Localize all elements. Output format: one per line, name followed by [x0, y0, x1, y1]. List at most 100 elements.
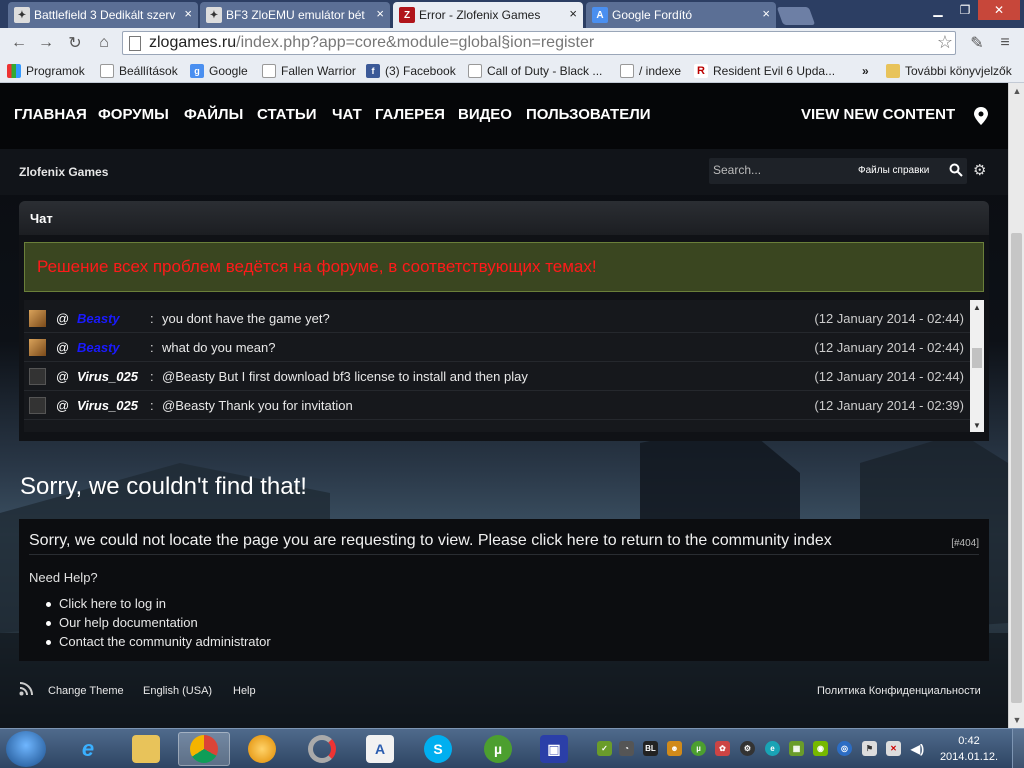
extension-icon[interactable]: ✎	[966, 32, 988, 54]
scroll-up-icon[interactable]: ▲	[1009, 83, 1024, 99]
tray-bl-icon[interactable]: BL	[643, 741, 658, 756]
taskbar-save-app[interactable]: ▣	[528, 732, 580, 766]
chat-username[interactable]: Beasty	[77, 311, 120, 326]
tray-icon[interactable]: ◎	[837, 741, 852, 756]
bookmark-fallen-warrior[interactable]: Fallen Warrior	[262, 62, 356, 80]
mention-button[interactable]: @	[56, 369, 69, 384]
avatar[interactable]	[29, 310, 46, 327]
avatar[interactable]	[29, 368, 46, 385]
taskbar-skype[interactable]: S	[412, 732, 464, 766]
page-scrollbar[interactable]: ▲ ▼	[1008, 83, 1024, 728]
tab-error-zlofenix[interactable]: Z Error - Zlofenix Games ×	[393, 2, 583, 28]
bookmark-resident-evil[interactable]: R Resident Evil 6 Upda...	[694, 62, 835, 80]
back-icon[interactable]: ←	[8, 32, 30, 54]
address-bar[interactable]: zlogames.ru/index.php?app=core&module=gl…	[122, 31, 956, 55]
tray-nvidia-icon[interactable]: ◉	[813, 741, 828, 756]
home-icon[interactable]: ⌂	[93, 32, 115, 54]
close-icon[interactable]: ×	[762, 6, 770, 21]
tray-icon[interactable]: e	[765, 741, 780, 756]
gear-icon[interactable]: ⚙	[973, 161, 989, 179]
search-scope[interactable]: Файлы справки	[858, 165, 929, 176]
tray-icon[interactable]: ◔	[619, 741, 634, 756]
nav-users[interactable]: ПОЛЬЗОВАТЕЛИ	[526, 106, 651, 123]
bookmark-other[interactable]: További könyvjelzők	[886, 62, 1012, 80]
scroll-up-icon[interactable]: ▲	[970, 300, 984, 314]
volume-icon[interactable]: ◀)	[910, 741, 925, 756]
scroll-down-icon[interactable]: ▼	[1009, 712, 1024, 728]
chat-username[interactable]: Virus_025	[77, 398, 138, 413]
view-new-content-link[interactable]: VIEW NEW CONTENT	[801, 106, 955, 123]
bookmark-call-of-duty[interactable]: Call of Duty - Black ...	[468, 62, 602, 80]
close-icon[interactable]: ×	[184, 6, 192, 21]
tray-icon[interactable]: ⚑	[862, 741, 877, 756]
bookmark-star-icon[interactable]: ☆	[937, 32, 953, 53]
search-icon[interactable]	[949, 163, 963, 177]
nav-home[interactable]: ГЛАВНАЯ	[14, 106, 87, 123]
start-button[interactable]	[6, 731, 46, 767]
new-tab-button[interactable]	[776, 7, 816, 25]
show-desktop-button[interactable]	[1012, 729, 1024, 768]
contact-admin-link[interactable]: Contact the community administrator	[46, 634, 271, 649]
taskbar-app-ring[interactable]	[296, 732, 348, 766]
taskbar-chrome[interactable]	[178, 732, 230, 766]
bookmark-programok[interactable]: Programok	[7, 62, 85, 80]
taskbar-wordpad[interactable]: A	[354, 732, 406, 766]
tab-google-translate[interactable]: A Google Fordító ×	[586, 2, 776, 28]
mention-button[interactable]: @	[56, 311, 69, 326]
login-link[interactable]: Click here to log in	[46, 596, 166, 611]
rss-icon[interactable]	[19, 682, 33, 696]
help-docs-link[interactable]: Our help documentation	[46, 615, 198, 630]
site-brand[interactable]: Zlofenix Games	[19, 165, 108, 179]
chat-scrollbar[interactable]: ▲ ▼	[970, 300, 984, 432]
tray-icon[interactable]: ▦	[789, 741, 804, 756]
nav-gallery[interactable]: ГАЛЕРЕЯ	[375, 106, 445, 123]
tab-battlefield3[interactable]: ✦ Battlefield 3 Dedikált szerv ×	[8, 2, 198, 28]
forward-icon[interactable]: →	[35, 32, 57, 54]
bookmarks-overflow-button[interactable]: »	[862, 62, 869, 80]
bookmark-facebook[interactable]: f (3) Facebook	[366, 62, 456, 80]
tray-icon[interactable]: ☻	[667, 741, 682, 756]
bookmark-beallitasok[interactable]: Beállítások	[100, 62, 178, 80]
taskbar-utorrent[interactable]: µ	[472, 732, 524, 766]
search-box[interactable]: Search... Файлы справки	[709, 158, 967, 184]
language-link[interactable]: English (USA)	[143, 685, 212, 697]
nav-files[interactable]: ФАЙЛЫ	[184, 106, 243, 123]
tab-bf3-zloemu[interactable]: ✦ BF3 ZloEMU emulátor bét ×	[200, 2, 390, 28]
scroll-down-icon[interactable]: ▼	[970, 418, 984, 432]
tray-icon[interactable]: ✿	[715, 741, 730, 756]
search-input[interactable]: Search...	[713, 163, 761, 177]
bookmark-google[interactable]: g Google	[190, 62, 248, 80]
avatar[interactable]	[29, 339, 46, 356]
system-clock[interactable]: 0:42 2014.01.12.	[936, 733, 1002, 765]
mention-button[interactable]: @	[56, 398, 69, 413]
chat-username[interactable]: Virus_025	[77, 369, 138, 384]
chat-username[interactable]: Beasty	[77, 340, 120, 355]
network-icon[interactable]: ✕	[886, 741, 901, 756]
maximize-icon[interactable]: ❐	[952, 0, 978, 20]
error-message-link[interactable]: Sorry, we could not locate the page you …	[29, 532, 832, 550]
taskbar-internet-explorer[interactable]: e	[62, 732, 114, 766]
tray-icon[interactable]: ✓	[597, 741, 612, 756]
mention-button[interactable]: @	[56, 340, 69, 355]
close-window-icon[interactable]: ✕	[978, 0, 1020, 20]
reload-icon[interactable]: ↻	[64, 32, 86, 54]
scroll-thumb[interactable]	[972, 348, 982, 368]
privacy-policy-link[interactable]: Политика Конфиденциальности	[817, 685, 981, 697]
scroll-thumb[interactable]	[1011, 233, 1022, 703]
avatar[interactable]	[29, 397, 46, 414]
tray-utorrent-icon[interactable]: µ	[691, 741, 706, 756]
nav-video[interactable]: ВИДЕО	[458, 106, 512, 123]
change-theme-link[interactable]: Change Theme	[48, 685, 124, 697]
close-icon[interactable]: ×	[376, 6, 384, 21]
taskbar-media-player[interactable]	[236, 732, 288, 766]
taskbar-explorer[interactable]	[120, 732, 172, 766]
minimize-icon[interactable]: ▁	[924, 0, 952, 20]
menu-icon[interactable]: ≡	[994, 32, 1016, 54]
nav-chat[interactable]: ЧАТ	[332, 106, 362, 123]
nav-articles[interactable]: СТАТЬИ	[257, 106, 317, 123]
tray-steam-icon[interactable]: ⚙	[740, 741, 755, 756]
bookmark-indexe[interactable]: / indexe	[620, 62, 681, 80]
location-pin-icon[interactable]	[974, 107, 988, 125]
nav-forums[interactable]: ФОРУМЫ	[98, 106, 169, 123]
close-icon[interactable]: ×	[569, 6, 577, 21]
